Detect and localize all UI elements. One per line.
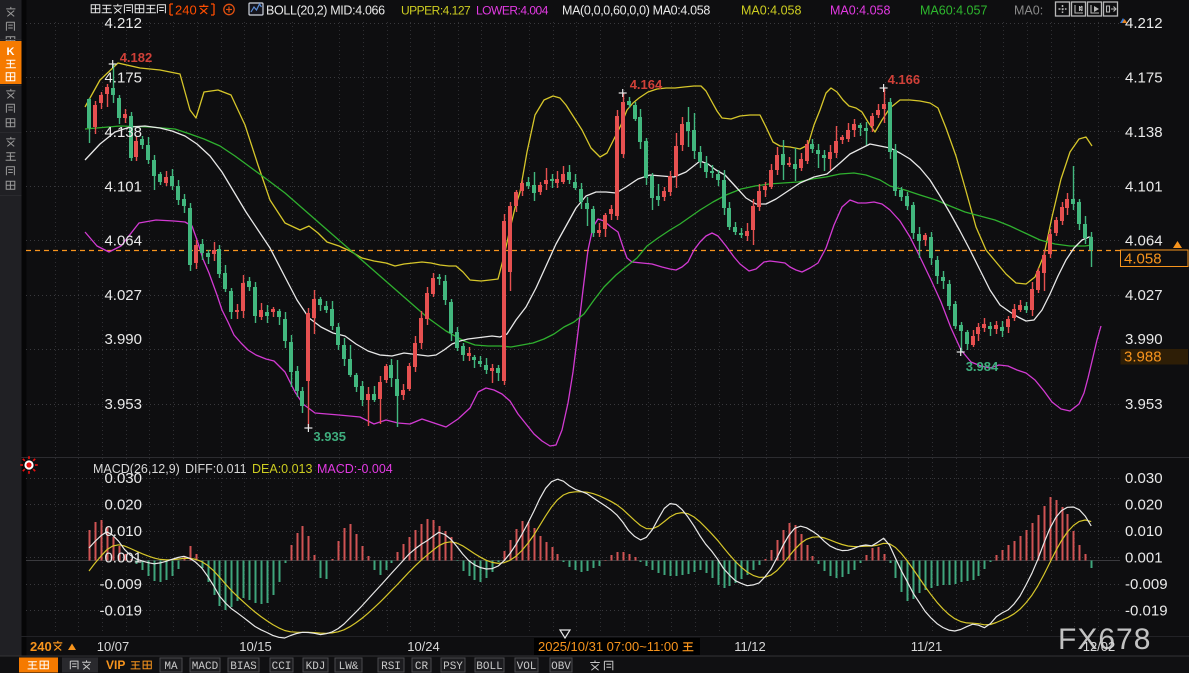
svg-text:MACD:-0.004: MACD:-0.004 <box>317 462 393 476</box>
svg-text:0.030: 0.030 <box>1125 470 1163 487</box>
svg-text:4.175: 4.175 <box>104 69 142 86</box>
svg-text:-0.009: -0.009 <box>1125 576 1168 593</box>
svg-text:3.990: 3.990 <box>1125 331 1163 348</box>
svg-text:11/12: 11/12 <box>734 639 766 654</box>
svg-text:10/07: 10/07 <box>97 639 130 654</box>
svg-text:0.020: 0.020 <box>1125 497 1163 514</box>
svg-text:CR: CR <box>415 661 429 673</box>
svg-text:VIP: VIP <box>106 658 125 672</box>
svg-text:LW&: LW& <box>339 661 359 673</box>
svg-text:OBV: OBV <box>551 661 571 673</box>
svg-text:10/15: 10/15 <box>239 639 272 654</box>
svg-text:DIFF:0.011: DIFF:0.011 <box>185 462 247 476</box>
svg-text:KDJ: KDJ <box>306 661 326 673</box>
svg-text:BOLL: BOLL <box>476 661 502 673</box>
svg-text:UPPER:4.127: UPPER:4.127 <box>401 4 471 18</box>
svg-text:MACD: MACD <box>192 661 219 673</box>
svg-text:4.166: 4.166 <box>888 72 921 87</box>
svg-text:4.182: 4.182 <box>120 50 153 65</box>
svg-text:3.935: 3.935 <box>313 429 346 444</box>
svg-text:4.212: 4.212 <box>104 15 142 32</box>
svg-text:0.010: 0.010 <box>1125 523 1163 540</box>
svg-text:0.001: 0.001 <box>104 550 142 567</box>
svg-text:0.020: 0.020 <box>104 497 142 514</box>
svg-text:12/02: 12/02 <box>1083 639 1116 654</box>
svg-text:CCI: CCI <box>272 661 292 673</box>
svg-text:4.175: 4.175 <box>1125 69 1163 86</box>
svg-text:4.064: 4.064 <box>104 233 142 250</box>
svg-text:0.001: 0.001 <box>1125 550 1163 567</box>
svg-text:RSI: RSI <box>381 661 401 673</box>
svg-text:11/21: 11/21 <box>911 639 943 654</box>
svg-text:3.990: 3.990 <box>104 331 142 348</box>
svg-text:240: 240 <box>175 3 197 18</box>
svg-text:4.064: 4.064 <box>1125 233 1163 250</box>
svg-text:3.988: 3.988 <box>1124 349 1162 366</box>
svg-text:MA0:: MA0: <box>1014 4 1043 18</box>
svg-text:PSY: PSY <box>443 661 463 673</box>
svg-text:2025/10/31 07:00~11:00: 2025/10/31 07:00~11:00 <box>538 639 678 654</box>
svg-text:-0.019: -0.019 <box>99 603 142 620</box>
svg-text:4.027: 4.027 <box>1125 287 1163 304</box>
svg-text:K: K <box>7 46 15 58</box>
svg-text:4.058: 4.058 <box>1124 251 1162 268</box>
svg-text:240: 240 <box>30 639 52 654</box>
svg-text:MACD(26,12,9): MACD(26,12,9) <box>93 462 180 476</box>
svg-text:MA60:4.057: MA60:4.057 <box>920 4 987 18</box>
svg-text:BOLL(20,2) MID:4.066: BOLL(20,2) MID:4.066 <box>266 4 385 18</box>
svg-text:MA(0,0,0,60,0,0) MA0:4.058: MA(0,0,0,60,0,0) MA0:4.058 <box>562 4 710 18</box>
svg-text:4.101: 4.101 <box>104 178 142 195</box>
svg-text:4.138: 4.138 <box>1125 124 1163 141</box>
svg-text:3.984: 3.984 <box>966 359 999 374</box>
svg-text:DEA:0.013: DEA:0.013 <box>252 462 313 476</box>
svg-text:4.027: 4.027 <box>104 287 142 304</box>
svg-text:4.212: 4.212 <box>1125 15 1163 32</box>
svg-text:3.953: 3.953 <box>104 396 142 413</box>
svg-text:4.164: 4.164 <box>630 77 663 92</box>
svg-text:-0.009: -0.009 <box>99 576 142 593</box>
svg-text:MA0:4.058: MA0:4.058 <box>741 4 802 18</box>
svg-text:3.953: 3.953 <box>1125 396 1163 413</box>
svg-text:VOL: VOL <box>517 661 537 673</box>
svg-text:4.138: 4.138 <box>104 124 142 141</box>
svg-text:0.010: 0.010 <box>104 523 142 540</box>
svg-text:MA: MA <box>164 661 178 673</box>
svg-text:-0.019: -0.019 <box>1125 603 1168 620</box>
svg-text:LOWER:4.004: LOWER:4.004 <box>476 4 549 18</box>
svg-text:MA0:4.058: MA0:4.058 <box>830 4 891 18</box>
svg-text:10/24: 10/24 <box>407 639 440 654</box>
svg-text:4.101: 4.101 <box>1125 178 1163 195</box>
svg-text:BIAS: BIAS <box>230 661 257 673</box>
